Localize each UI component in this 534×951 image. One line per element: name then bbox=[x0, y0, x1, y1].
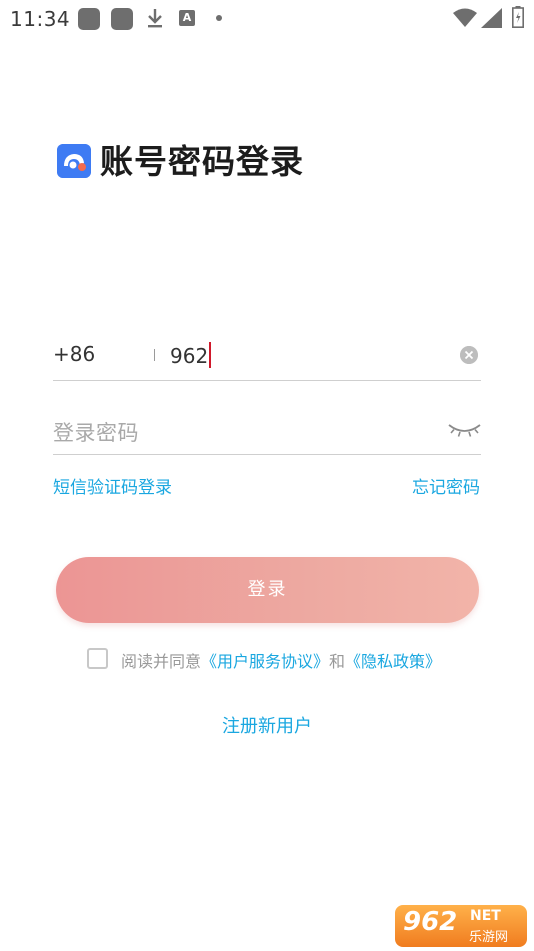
register-link[interactable]: 注册新用户 bbox=[0, 712, 534, 738]
country-code-selector[interactable]: +86 bbox=[53, 342, 95, 366]
a-badge-icon: A bbox=[179, 10, 195, 26]
privacy-link[interactable]: 《隐私政策》 bbox=[345, 652, 441, 671]
divider bbox=[154, 349, 155, 361]
wifi-icon bbox=[453, 8, 477, 27]
password-input[interactable]: 登录密码 bbox=[53, 417, 139, 447]
clear-icon[interactable] bbox=[460, 346, 478, 364]
agreement-text: 阅读并同意《用户服务协议》和《隐私政策》 bbox=[121, 648, 441, 672]
phone-value: 962 bbox=[170, 344, 209, 368]
signal-icon bbox=[481, 8, 502, 28]
terms-link[interactable]: 《用户服务协议》 bbox=[201, 652, 329, 671]
eye-closed-icon[interactable] bbox=[448, 421, 481, 439]
agreement-checkbox[interactable] bbox=[87, 648, 108, 669]
forgot-password-link[interactable]: 忘记密码 bbox=[412, 473, 480, 498]
status-time: 11:34 bbox=[10, 7, 71, 31]
status-bar: 11:34 A bbox=[0, 0, 534, 38]
watermark-number: 962 bbox=[403, 907, 458, 937]
phone-input[interactable]: 962 bbox=[170, 342, 212, 368]
battery-icon bbox=[512, 6, 524, 28]
app-square-icon bbox=[111, 8, 133, 30]
agreement-conjunction: 和 bbox=[329, 652, 346, 671]
login-button[interactable]: 登录 bbox=[56, 557, 479, 623]
agreement-prefix: 阅读并同意 bbox=[121, 652, 202, 671]
watermark-cn: 乐游网 bbox=[469, 930, 509, 945]
app-logo-icon bbox=[57, 144, 91, 178]
dot-icon bbox=[216, 15, 222, 21]
phone-field[interactable]: +86 962 bbox=[53, 332, 481, 381]
watermark-logo: 962 NET 乐游网 bbox=[395, 905, 527, 947]
download-icon bbox=[148, 9, 162, 28]
watermark-suffix: NET bbox=[470, 908, 501, 924]
app-square-icon bbox=[78, 8, 100, 30]
page-title: 账号密码登录 bbox=[100, 142, 304, 181]
text-caret bbox=[209, 342, 212, 368]
sms-login-link[interactable]: 短信验证码登录 bbox=[53, 473, 172, 498]
password-field[interactable]: 登录密码 bbox=[53, 408, 481, 455]
